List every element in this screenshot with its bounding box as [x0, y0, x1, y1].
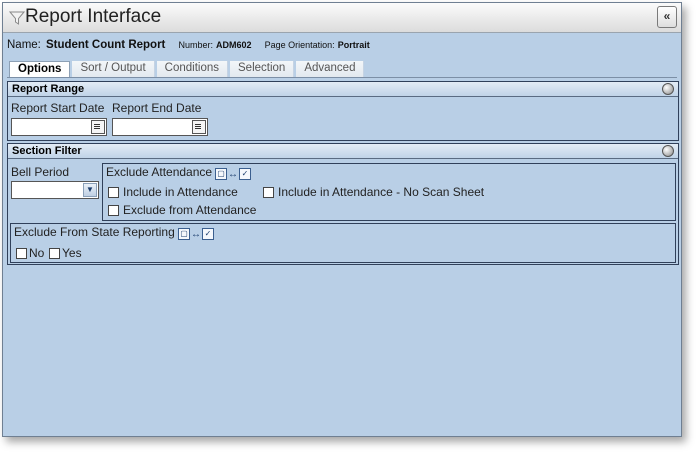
compare-toggle-icon[interactable]: ▢ ↔ ✓: [215, 168, 251, 180]
exclude-attendance-label: Exclude Attendance: [106, 165, 213, 179]
exclude-attendance-group: Exclude Attendance ▢ ↔ ✓ Include in Attend…: [102, 163, 676, 221]
name-label: Name:: [7, 39, 41, 51]
report-info: Name: Student Count Report Number: ADM60…: [7, 39, 370, 51]
exclude-state-label: Exclude From State Reporting: [14, 225, 175, 239]
report-name: Student Count Report: [45, 39, 166, 51]
title-bar: Report Interface «: [3, 3, 681, 33]
tab-bar: Options Sort / Output Conditions Selecti…: [9, 61, 366, 78]
section-toggle-icon[interactable]: [662, 83, 674, 95]
number-label: Number:: [178, 40, 213, 50]
state-no-checkbox[interactable]: [16, 248, 27, 259]
state-yes-label: Yes: [62, 246, 82, 260]
calendar-icon[interactable]: [192, 120, 206, 134]
collapse-button[interactable]: «: [657, 6, 677, 28]
report-orientation: Portrait: [337, 40, 370, 50]
include-attendance-checkbox[interactable]: [108, 187, 119, 198]
exclude-attendance-option-label: Exclude from Attendance: [123, 203, 257, 217]
tab-conditions[interactable]: Conditions: [156, 61, 228, 77]
report-interface-window: Report Interface « Name: Student Count R…: [2, 2, 682, 437]
funnel-icon: [9, 11, 25, 25]
exclude-state-group: Exclude From State Reporting ▢ ↔ ✓ No Yes: [10, 223, 676, 263]
report-range-heading: Report Range: [12, 83, 85, 95]
chevron-down-icon[interactable]: ▼: [83, 183, 97, 197]
include-no-scan-label: Include in Attendance - No Scan Sheet: [278, 185, 485, 199]
start-date-label: Report Start Date: [11, 101, 105, 115]
state-yes-checkbox[interactable]: [49, 248, 60, 259]
tab-selection[interactable]: Selection: [230, 61, 295, 77]
tab-sort-output[interactable]: Sort / Output: [72, 61, 155, 77]
end-date-input[interactable]: [112, 118, 208, 136]
report-range-section: Report Range Report Start Date Report En…: [7, 81, 679, 141]
compare-toggle-icon[interactable]: ▢ ↔ ✓: [178, 228, 214, 240]
tab-divider: [7, 77, 677, 78]
orientation-label: Page Orientation:: [264, 40, 335, 50]
window-title: Report Interface: [25, 6, 162, 27]
include-attendance-label: Include in Attendance: [123, 185, 238, 199]
report-number: ADM602: [216, 40, 252, 50]
tab-advanced[interactable]: Advanced: [296, 61, 365, 77]
calendar-icon[interactable]: [91, 120, 105, 134]
state-no-label: No: [29, 246, 45, 260]
start-date-input[interactable]: [11, 118, 107, 136]
section-toggle-icon[interactable]: [662, 145, 674, 157]
section-filter-header[interactable]: Section Filter: [8, 144, 678, 159]
include-no-scan-checkbox[interactable]: [263, 187, 274, 198]
section-filter-heading: Section Filter: [12, 145, 82, 157]
end-date-label: Report End Date: [112, 101, 202, 115]
bell-period-select[interactable]: ▼: [11, 181, 99, 199]
section-filter-section: Section Filter Bell Period ▼ Exclude Att…: [7, 143, 679, 265]
exclude-attendance-checkbox[interactable]: [108, 205, 119, 216]
bell-period-label: Bell Period: [11, 165, 70, 179]
report-range-header[interactable]: Report Range: [8, 82, 678, 97]
tab-options[interactable]: Options: [9, 61, 71, 78]
